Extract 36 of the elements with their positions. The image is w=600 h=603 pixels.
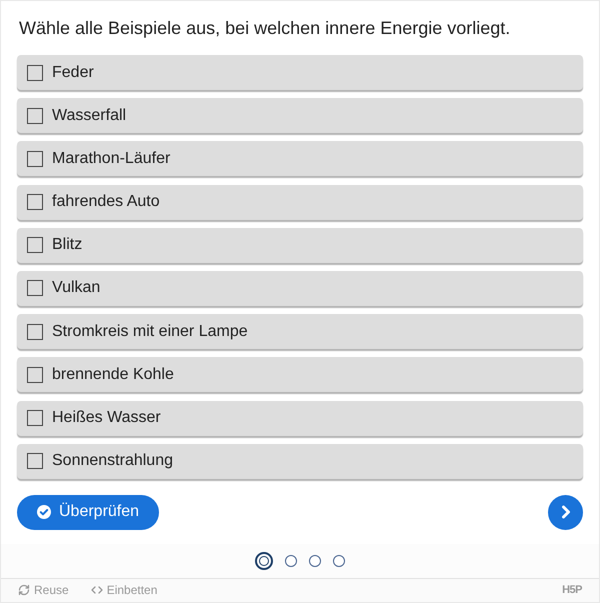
checkbox[interactable] xyxy=(27,453,43,470)
code-icon xyxy=(90,584,103,596)
answer-option[interactable]: Vulkan xyxy=(17,270,583,306)
checkbox[interactable] xyxy=(27,237,43,254)
answer-option[interactable]: Sonnenstrahlung xyxy=(17,444,583,479)
option-label: Blitz xyxy=(52,235,82,256)
check-circle-icon xyxy=(37,505,51,520)
option-label: Wasserfall xyxy=(52,106,126,126)
answer-option[interactable]: Heißes Wasser xyxy=(17,400,583,436)
option-label: Marathon-Läufer xyxy=(52,148,170,169)
checkbox[interactable] xyxy=(27,150,43,167)
option-label: Heißes Wasser xyxy=(52,408,161,428)
checkbox[interactable] xyxy=(27,64,43,80)
option-label: Sonnenstrahlung xyxy=(52,451,173,472)
next-button[interactable] xyxy=(548,494,583,530)
checkbox[interactable] xyxy=(27,410,43,426)
option-label: brennende Kohle xyxy=(52,364,174,385)
checkbox[interactable] xyxy=(27,108,43,124)
answer-option[interactable]: Feder xyxy=(17,55,583,90)
answer-option[interactable]: Blitz xyxy=(17,228,583,263)
option-label: Feder xyxy=(52,62,94,82)
check-button[interactable]: Überprüfen xyxy=(17,494,160,530)
option-label: Stromkreis mit einer Lampe xyxy=(52,322,248,342)
checkbox[interactable] xyxy=(27,194,43,210)
answer-option[interactable]: Marathon-Läufer xyxy=(17,141,583,176)
answer-option[interactable]: fahrendes Auto xyxy=(17,184,583,220)
option-label: Vulkan xyxy=(52,278,100,298)
answer-option[interactable]: Stromkreis mit einer Lampe xyxy=(17,314,583,350)
answer-option[interactable]: Wasserfall xyxy=(17,98,583,134)
question-text: Wähle alle Beispiele aus, bei welchen innere Energie vorliegt. xyxy=(18,17,512,39)
checkbox[interactable] xyxy=(27,366,43,383)
checkbox[interactable] xyxy=(27,280,43,296)
answer-option[interactable]: brennende Kohle xyxy=(17,357,583,392)
refresh-icon xyxy=(18,584,30,596)
option-label: fahrendes Auto xyxy=(52,192,160,212)
checkbox[interactable] xyxy=(27,324,43,340)
